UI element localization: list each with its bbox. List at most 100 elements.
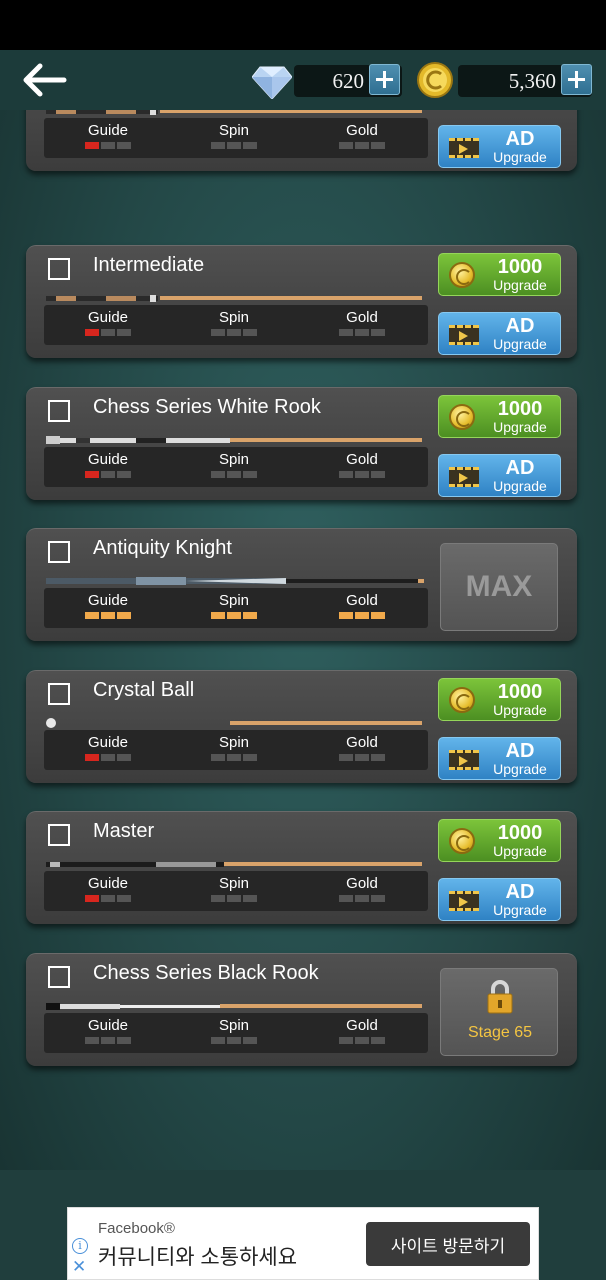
level-segment (227, 895, 241, 902)
ad-upgrade-button[interactable]: AD Upgrade (438, 878, 561, 921)
stat-level-bars (68, 895, 148, 902)
video-ad-icon (449, 138, 479, 158)
cue-name: Master (93, 820, 155, 842)
level-segment (243, 1037, 257, 1044)
ad-info-icon[interactable]: i (72, 1238, 88, 1254)
stat-level-bars (322, 142, 402, 149)
gold-upgrade-button[interactable]: 1000 Upgrade (438, 678, 561, 721)
ad-visit-button[interactable]: 사이트 방문하기 (366, 1222, 530, 1266)
cue-stats: Guide Spin Gold (44, 588, 428, 628)
ad-text: 커뮤니티와 소통하세요 (98, 1246, 298, 1269)
ad-upgrade-button[interactable]: AD Upgrade (438, 737, 561, 780)
ad-upgrade-label: Upgrade (493, 478, 547, 494)
stat-guide: Guide (68, 1017, 148, 1044)
cue-image (46, 110, 424, 115)
stat-guide: Guide (68, 592, 148, 619)
cue-image (46, 290, 424, 302)
ad-close-icon[interactable]: ✕ (72, 1258, 86, 1275)
stat-label: Spin (218, 309, 250, 326)
level-segment (85, 329, 99, 336)
cue-name: Intermediate (93, 254, 205, 276)
cue-list[interactable]: GuideSpinGold1000UpgradeADUpgradeInterme… (0, 110, 606, 1170)
stat-guide: Guide (68, 309, 148, 336)
ad-label: AD (505, 740, 535, 762)
ad-upgrade-button[interactable]: AD Upgrade (438, 312, 561, 355)
level-segment (117, 895, 131, 902)
level-segment (227, 142, 241, 149)
lock-icon (487, 980, 513, 1014)
cue-card[interactable]: Intermediate Guide Spin Gold 1000 Upgrade AD Up… (26, 245, 577, 358)
cue-stats: Guide Spin Gold (44, 447, 428, 487)
level-segment (355, 471, 369, 478)
gold-upgrade-label: Upgrade (493, 277, 547, 293)
stat-label: Guide (87, 592, 129, 609)
locked-button[interactable]: Stage 65 (440, 968, 558, 1056)
cue-card[interactable]: Chess Series White Rook Guide Spin Gold 1000… (26, 387, 577, 500)
diamond-count: 620 (332, 69, 365, 93)
level-segment (117, 754, 131, 761)
cue-name: Crystal Ball (93, 679, 195, 701)
gold-coin-icon (449, 262, 475, 288)
cue-card[interactable]: GuideSpinGold1000UpgradeADUpgrade (26, 110, 577, 171)
back-arrow-icon[interactable] (22, 62, 68, 98)
gold-coin-icon (449, 404, 475, 430)
video-ad-icon (449, 325, 479, 345)
coin-counter: 5,360 (416, 61, 592, 99)
ad-banner[interactable]: i ✕ Facebook® 커뮤니티와 소통하세요 사이트 방문하기 (67, 1207, 539, 1280)
stat-level-bars (194, 1037, 274, 1044)
level-segment (339, 612, 353, 619)
ad-upgrade-button[interactable]: AD Upgrade (438, 125, 561, 168)
level-segment (243, 471, 257, 478)
cue-card[interactable]: Crystal Ball Guide Spin Gold 1000 Upgrade AD Up… (26, 670, 577, 783)
stat-level-bars (68, 1037, 148, 1044)
diamond-counter: 620 (252, 61, 402, 99)
cue-name: Chess Series Black Rook (93, 962, 319, 984)
level-segment (339, 754, 353, 761)
add-diamonds-button[interactable] (369, 64, 400, 95)
stat-gold: Gold (322, 592, 402, 619)
level-segment (85, 612, 99, 619)
select-checkbox[interactable] (48, 541, 70, 563)
gold-price: 1000 (497, 256, 543, 278)
cue-card[interactable]: Chess Series Black Rook Guide Spin Gold Stag… (26, 953, 577, 1066)
level-segment (117, 142, 131, 149)
level-segment (101, 329, 115, 336)
level-segment (117, 471, 131, 478)
level-segment (101, 1037, 115, 1044)
level-segment (85, 754, 99, 761)
level-segment (117, 612, 131, 619)
stat-spin: Spin (194, 451, 274, 478)
level-segment (371, 471, 385, 478)
gold-upgrade-button[interactable]: 1000 Upgrade (438, 253, 561, 296)
level-segment (371, 612, 385, 619)
top-bar: 620 5,360 (0, 50, 606, 110)
level-segment (339, 471, 353, 478)
ad-upgrade-label: Upgrade (493, 149, 547, 165)
select-checkbox[interactable] (48, 683, 70, 705)
gold-upgrade-label: Upgrade (493, 702, 547, 718)
select-checkbox[interactable] (48, 258, 70, 280)
level-segment (227, 471, 241, 478)
level-segment (371, 142, 385, 149)
stat-label: Spin (218, 592, 250, 609)
unlock-stage-label: Stage 65 (467, 1024, 533, 1041)
select-checkbox[interactable] (48, 966, 70, 988)
gold-coin-icon (449, 687, 475, 713)
cue-card[interactable]: Antiquity Knight Guide Spin Gold MAX (26, 528, 577, 641)
select-checkbox[interactable] (48, 824, 70, 846)
ad-upgrade-button[interactable]: AD Upgrade (438, 454, 561, 497)
stat-label: Guide (87, 122, 129, 139)
cue-card[interactable]: Master Guide Spin Gold 1000 Upgrade AD Upgrade (26, 811, 577, 924)
cue-image (46, 998, 424, 1010)
select-checkbox[interactable] (48, 400, 70, 422)
level-segment (211, 895, 225, 902)
cue-name: Antiquity Knight (93, 537, 232, 559)
level-segment (371, 1037, 385, 1044)
gold-price: 1000 (497, 398, 543, 420)
add-coins-button[interactable] (561, 64, 592, 95)
level-segment (339, 895, 353, 902)
stat-label: Spin (218, 875, 250, 892)
gold-upgrade-button[interactable]: 1000 Upgrade (438, 395, 561, 438)
gold-upgrade-button[interactable]: 1000 Upgrade (438, 819, 561, 862)
cue-stats: Guide Spin Gold (44, 305, 428, 345)
